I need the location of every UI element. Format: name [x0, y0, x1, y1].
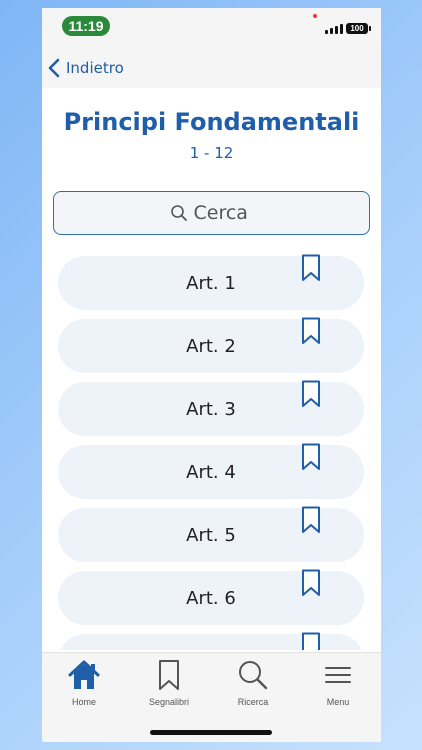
bookmark-icon[interactable] — [301, 443, 321, 471]
search-icon — [170, 205, 187, 221]
recording-dot-icon — [313, 14, 317, 18]
article-label: Art. 3 — [186, 398, 236, 420]
article-label: Art. 6 — [186, 587, 236, 609]
bookmark-icon — [159, 660, 179, 690]
bookmark-icon[interactable] — [301, 569, 321, 597]
article-label: Art. 5 — [186, 524, 236, 546]
article-label: Art. 2 — [186, 335, 236, 357]
back-label: Indietro — [66, 59, 124, 77]
tab-bar: Home Segnalibri Ricerca Menu — [42, 652, 381, 742]
menu-icon — [325, 667, 351, 683]
tab-label: Ricerca — [237, 697, 269, 707]
search-icon — [239, 661, 268, 690]
article-list[interactable]: Art. 1 Art. 2 Art. 3 Art. 4 Art. 5 Art. … — [42, 8, 381, 650]
tab-segnalibri[interactable]: Segnalibri — [134, 659, 204, 707]
article-label: Art. 4 — [186, 461, 236, 483]
phone-screen: Art. 1 Art. 2 Art. 3 Art. 4 Art. 5 Art. … — [42, 8, 381, 742]
home-icon — [68, 660, 100, 689]
search-input[interactable] — [193, 202, 254, 224]
search-field[interactable] — [53, 191, 370, 235]
battery-level: 100 — [350, 24, 364, 33]
bookmark-icon[interactable] — [301, 506, 321, 534]
navigation-bar: Indietro — [42, 48, 381, 88]
back-button[interactable]: Indietro — [48, 56, 124, 80]
article-item-4[interactable]: Art. 4 — [58, 443, 364, 499]
bookmark-icon[interactable] — [301, 380, 321, 408]
tab-menu[interactable]: Menu — [303, 659, 373, 707]
tab-label: Menu — [326, 697, 350, 707]
article-item-2[interactable]: Art. 2 — [58, 317, 364, 373]
article-item-7[interactable] — [58, 632, 364, 650]
article-range: 1 - 12 — [189, 144, 234, 162]
page-title: Principi Fondamentali — [63, 108, 360, 136]
bookmark-icon[interactable] — [301, 254, 321, 282]
chevron-left-icon — [48, 58, 60, 78]
bookmark-icon[interactable] — [301, 317, 321, 345]
article-item-3[interactable]: Art. 3 — [58, 380, 364, 436]
bookmark-icon[interactable] — [301, 632, 321, 650]
home-indicator[interactable] — [150, 730, 272, 735]
status-time: 11:19 — [62, 16, 110, 36]
article-label: Art. 1 — [186, 272, 236, 294]
tab-label: Segnalibri — [148, 697, 190, 707]
cellular-signal-icon — [325, 24, 343, 34]
tab-ricerca[interactable]: Ricerca — [218, 659, 288, 707]
article-item-1[interactable]: Art. 1 — [58, 254, 364, 310]
status-bar: 11:19 100 — [42, 8, 381, 48]
battery-icon: 100 — [346, 23, 371, 34]
tab-home[interactable]: Home — [49, 659, 119, 707]
tab-label: Home — [71, 697, 96, 707]
article-item-5[interactable]: Art. 5 — [58, 506, 364, 562]
article-item-6[interactable]: Art. 6 — [58, 569, 364, 625]
